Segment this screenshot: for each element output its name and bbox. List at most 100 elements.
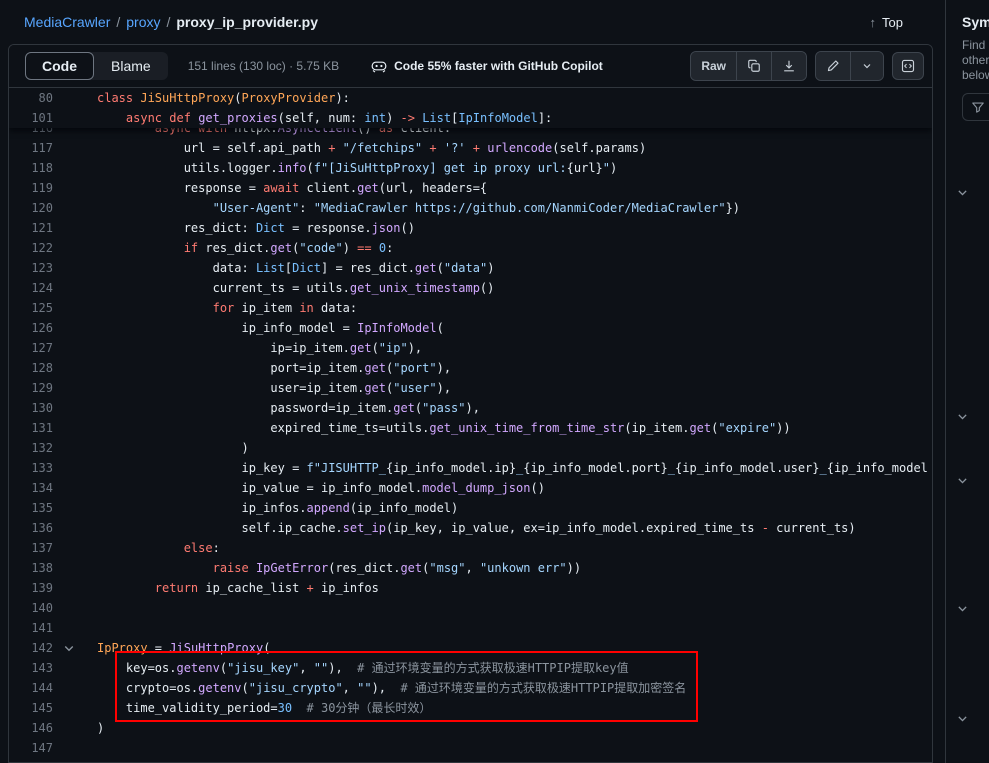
code-text: ip_infos.append(ip_info_model) (81, 498, 458, 518)
fold-chevron-icon[interactable] (57, 642, 81, 654)
line-number[interactable]: 141 (9, 618, 57, 638)
line-number[interactable]: 124 (9, 278, 57, 298)
code-line: 138 raise IpGetError(res_dict.get("msg",… (9, 558, 932, 578)
file-meta-info: 151 lines (130 loc) · 5.75 KB (188, 59, 339, 73)
toolbar-actions: Raw (690, 51, 924, 81)
symbol-tree-item[interactable] (956, 592, 989, 624)
line-number[interactable]: 118 (9, 158, 57, 178)
line-number[interactable]: 147 (9, 738, 57, 758)
symbol-tree-item[interactable] (956, 400, 989, 432)
code-line: 130 password=ip_item.get("pass"), (9, 398, 932, 418)
code-line: 147 (9, 738, 932, 758)
breadcrumb-folder-link[interactable]: proxy (126, 14, 160, 30)
code-line: 129 user=ip_item.get("user"), (9, 378, 932, 398)
code-line: 127 ip=ip_item.get("ip"), (9, 338, 932, 358)
line-number[interactable]: 129 (9, 378, 57, 398)
line-number[interactable]: 121 (9, 218, 57, 238)
line-number[interactable]: 117 (9, 138, 57, 158)
symbols-panel: Symbols Find definitions and references … (945, 0, 989, 763)
line-number[interactable]: 142 (9, 638, 57, 658)
code-text: self.ip_cache.set_ip(ip_key, ip_value, e… (81, 518, 856, 538)
code-line: 118 utils.logger.info(f"[JiSuHttpProxy] … (9, 158, 932, 178)
copilot-banner[interactable]: Code 55% faster with GitHub Copilot (371, 58, 603, 74)
code-line: 125 for ip_item in data: (9, 298, 932, 318)
line-number[interactable]: 134 (9, 478, 57, 498)
line-number[interactable]: 101 (9, 108, 57, 128)
code-line: 119 response = await client.get(url, hea… (9, 178, 932, 198)
code-line: 117 url = self.api_path + "/fetchips" + … (9, 138, 932, 158)
code-text: password=ip_item.get("pass"), (81, 398, 480, 418)
edit-button-group (815, 51, 884, 81)
line-number[interactable]: 125 (9, 298, 57, 318)
code-text: IpProxy = JiSuHttpProxy( (81, 638, 270, 658)
symbols-filter-input[interactable] (962, 93, 989, 121)
line-number[interactable]: 140 (9, 598, 57, 618)
symbols-panel-button[interactable] (892, 52, 924, 80)
line-number[interactable]: 126 (9, 318, 57, 338)
edit-file-button[interactable] (816, 52, 850, 80)
code-text: ) (81, 438, 249, 458)
symbol-tree-item[interactable] (956, 464, 989, 496)
line-number[interactable]: 120 (9, 198, 57, 218)
line-number[interactable]: 143 (9, 658, 57, 678)
symbols-panel-description: Find definitions and references for func… (962, 38, 989, 83)
code-text: expired_time_ts=utils.get_unix_time_from… (81, 418, 791, 438)
download-raw-button[interactable] (771, 52, 806, 80)
code-line: 128 port=ip_item.get("port"), (9, 358, 932, 378)
line-number[interactable]: 144 (9, 678, 57, 698)
breadcrumb-repo-link[interactable]: MediaCrawler (24, 14, 110, 30)
code-text: utils.logger.info(f"[JiSuHttpProxy] get … (81, 158, 617, 178)
raw-button[interactable]: Raw (691, 52, 736, 80)
up-arrow-icon: ↑ (870, 15, 877, 30)
file-toolbar: Code Blame 151 lines (130 loc) · 5.75 KB… (9, 45, 932, 88)
code-view-main: MediaCrawler / proxy / proxy_ip_provider… (0, 0, 945, 763)
symbols-panel-title: Symbols (962, 14, 989, 30)
tab-blame[interactable]: Blame (94, 52, 168, 80)
edit-options-dropdown[interactable] (850, 52, 883, 80)
code-line: 146) (9, 718, 932, 738)
code-line: 120 "User-Agent": "MediaCrawler https://… (9, 198, 932, 218)
line-number[interactable]: 119 (9, 178, 57, 198)
line-number[interactable]: 133 (9, 458, 57, 478)
copilot-banner-text: Code 55% faster with GitHub Copilot (394, 59, 603, 73)
line-number[interactable]: 131 (9, 418, 57, 438)
line-number[interactable]: 137 (9, 538, 57, 558)
chevron-down-icon (861, 60, 873, 72)
line-number[interactable]: 138 (9, 558, 57, 578)
code-lines: 116 async with httpx.AsyncClient() as cl… (9, 118, 932, 758)
code-line: 140 (9, 598, 932, 618)
line-number[interactable]: 146 (9, 718, 57, 738)
line-number[interactable]: 130 (9, 398, 57, 418)
code-editor-area: 80class JiSuHttpProxy(ProxyProvider):101… (9, 88, 932, 763)
line-number[interactable]: 128 (9, 358, 57, 378)
chevron-down-icon (956, 602, 969, 615)
line-number[interactable]: 145 (9, 698, 57, 718)
breadcrumb-separator: / (166, 14, 170, 30)
code-text: "User-Agent": "MediaCrawler https://gith… (81, 198, 740, 218)
line-number[interactable]: 136 (9, 518, 57, 538)
line-number[interactable]: 122 (9, 238, 57, 258)
code-text: port=ip_item.get("port"), (81, 358, 451, 378)
code-line: 139 return ip_cache_list + ip_infos (9, 578, 932, 598)
line-number[interactable]: 132 (9, 438, 57, 458)
code-blame-switcher: Code Blame (25, 52, 168, 80)
back-to-top-button[interactable]: ↑ Top (862, 8, 911, 36)
code-line: 131 expired_time_ts=utils.get_unix_time_… (9, 418, 932, 438)
chevron-down-icon (956, 410, 969, 423)
line-number[interactable]: 80 (9, 88, 57, 108)
breadcrumb-separator: / (116, 14, 120, 30)
code-square-icon (901, 59, 915, 73)
copy-button[interactable] (736, 52, 771, 80)
tab-code[interactable]: Code (25, 52, 94, 80)
symbol-tree-item[interactable] (956, 702, 989, 734)
code-line: 101 async def get_proxies(self, num: int… (9, 108, 932, 128)
file-header-row: MediaCrawler / proxy / proxy_ip_provider… (0, 0, 945, 44)
symbol-tree-item[interactable] (956, 176, 989, 208)
code-line: 134 ip_value = ip_info_model.model_dump_… (9, 478, 932, 498)
line-number[interactable]: 135 (9, 498, 57, 518)
code-text: data: List[Dict] = res_dict.get("data") (81, 258, 494, 278)
line-number[interactable]: 139 (9, 578, 57, 598)
code-line: 132 ) (9, 438, 932, 458)
line-number[interactable]: 127 (9, 338, 57, 358)
line-number[interactable]: 123 (9, 258, 57, 278)
